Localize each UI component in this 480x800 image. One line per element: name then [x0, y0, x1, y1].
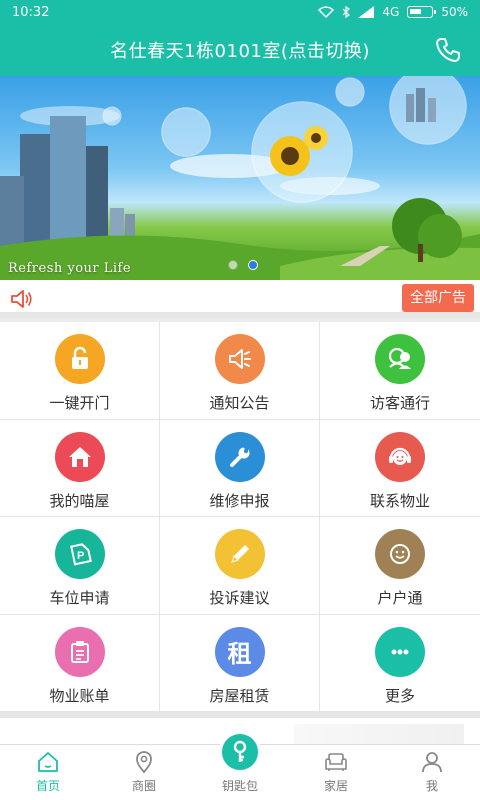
- grid-item-parking-apply[interactable]: P 车位申请: [0, 517, 160, 615]
- smile-chat-icon: [375, 529, 425, 579]
- notice-bar: 全部广告: [0, 280, 480, 318]
- grid-item-label: 物业账单: [49, 686, 110, 705]
- rent-glyph: 租: [227, 640, 252, 668]
- grid-item-label: 通知公告: [209, 394, 270, 412]
- tab-home[interactable]: 首页: [0, 745, 96, 800]
- tab-home-furnishing[interactable]: 家居: [288, 745, 384, 800]
- grid-item-more[interactable]: 更多: [320, 615, 480, 712]
- grid-item-complaints[interactable]: 投诉建议: [160, 517, 320, 615]
- grid-item-label: 维修申报: [209, 491, 270, 510]
- svg-text:P: P: [77, 550, 84, 562]
- grid-item-repair-report[interactable]: 维修申报: [160, 419, 320, 517]
- grid-item-label: 房屋租赁: [209, 686, 270, 705]
- headset-icon: [375, 431, 425, 482]
- grid-item-house-rental[interactable]: 租 房屋租赁: [160, 614, 320, 712]
- tab-me[interactable]: 我: [384, 745, 480, 800]
- bill-icon: [54, 626, 105, 677]
- grid-item-contact-property[interactable]: 联系物业: [320, 420, 480, 517]
- signal-icon: [358, 6, 375, 18]
- grid-item-visitor-pass[interactable]: 访客通行: [320, 322, 480, 420]
- key-icon: [219, 731, 261, 773]
- battery-icon: [407, 6, 437, 18]
- banner-caption: Refresh your Life: [8, 261, 132, 276]
- phone-icon[interactable]: [434, 36, 462, 64]
- tab-label: 商圈: [131, 779, 156, 793]
- person-icon: [422, 752, 442, 773]
- header: 名仕春天1栋0101室(点击切换): [0, 24, 480, 76]
- grid-item-label: 更多: [384, 686, 415, 705]
- grid-item-announcements[interactable]: 通知公告: [160, 322, 320, 420]
- grid-item-label: 投诉建议: [209, 589, 270, 607]
- tab-label: 首页: [35, 779, 60, 793]
- grid-item-property-bill[interactable]: 物业账单: [0, 614, 160, 712]
- speaker-icon: [11, 290, 32, 308]
- grid-item-my-house[interactable]: 我的喵屋: [0, 419, 160, 517]
- battery-level: 50%: [441, 5, 468, 19]
- grid-item-label: 联系物业: [369, 491, 430, 510]
- tab-label: 家居: [323, 779, 348, 793]
- wrench-icon: [214, 431, 265, 482]
- tab-label: 我: [425, 779, 438, 793]
- banner-carousel[interactable]: Refresh your Life: [0, 76, 480, 280]
- status-bar: 10:32 4G 50%: [0, 0, 480, 24]
- parking-tag-icon: P: [54, 529, 105, 579]
- tab-key-pack[interactable]: 钥匙包: [192, 731, 288, 800]
- grid-item-label: 访客通行: [369, 394, 430, 412]
- grid-item-huhutong[interactable]: 户户通: [320, 517, 480, 615]
- tab-shopping-district[interactable]: 商圈: [96, 745, 192, 800]
- carousel-dot-1[interactable]: [228, 260, 238, 270]
- rent-char-icon: 租: [214, 626, 265, 677]
- grid-item-label: 车位申请: [49, 589, 110, 607]
- community-switcher[interactable]: 名仕春天1栋0101室(点击切换): [110, 37, 370, 63]
- carousel-indicator: [228, 260, 258, 270]
- status-time: 10:32: [12, 4, 50, 20]
- unlock-icon: [54, 334, 105, 384]
- wifi-icon: [318, 6, 335, 18]
- grid-item-open-door[interactable]: 一键开门: [0, 322, 160, 420]
- house-icon: [54, 431, 105, 482]
- sofa-icon: [325, 753, 347, 771]
- feature-grid: 一键开门 通知公告 访客通行 我的喵屋 维修申报 联系物业 P 车位申请 投诉建…: [0, 322, 480, 712]
- network-type: 4G: [382, 5, 400, 19]
- visitor-icon: [375, 334, 425, 384]
- banner-image: [0, 76, 480, 280]
- grid-item-label: 我的喵屋: [49, 491, 110, 510]
- more-dots-icon: [375, 626, 425, 677]
- home-icon: [38, 752, 58, 772]
- all-ads-button[interactable]: 全部广告: [402, 284, 474, 312]
- tab-label: 钥匙包: [221, 779, 258, 793]
- location-icon: [136, 751, 152, 774]
- bluetooth-icon: [342, 6, 351, 18]
- grid-item-label: 一键开门: [49, 394, 110, 412]
- grid-item-label: 户户通: [377, 589, 423, 607]
- carousel-dot-2[interactable]: [248, 260, 258, 270]
- bottom-tab-bar: 首页 商圈 钥匙包 家居 我: [0, 731, 480, 800]
- megaphone-icon: [214, 334, 265, 384]
- pencil-icon: [214, 529, 265, 579]
